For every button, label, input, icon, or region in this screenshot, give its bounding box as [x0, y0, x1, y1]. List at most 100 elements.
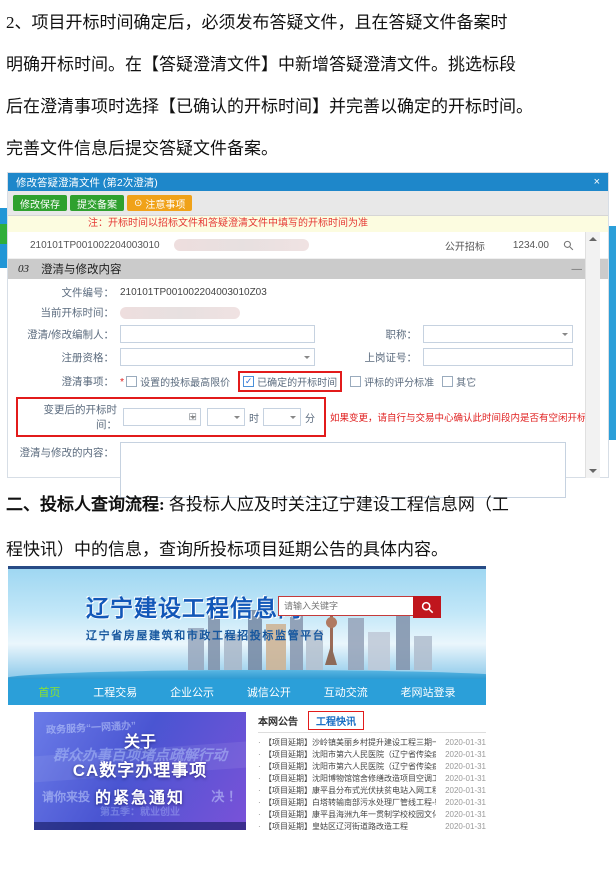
job-title-select[interactable] [423, 325, 573, 343]
nav-item-interaction[interactable]: 互动交流 [324, 684, 368, 700]
document-page: 2、项目开标时间确定后，必须发布答疑文件，且在答疑文件备案时 明确开标时间。在【… [0, 0, 616, 874]
nav-item-credit[interactable]: 诚信公开 [247, 684, 291, 700]
dialog-toolbar: 修改保存 提交备案 ⊙注意事项 [8, 191, 608, 216]
checkbox-checked-icon[interactable]: ✓ [243, 376, 254, 387]
news-date: 2020-01-31 [436, 762, 486, 771]
announcement-panel: 本网公告 工程快讯 · 【项目延期】沙岭镇美丽乡村提升建设工程三期一标段 202… [258, 712, 486, 832]
website-screenshot: 辽宁建设工程信息网 辽宁省房屋建筑和市政工程招投标监管平台 首页 工程交易 企业… [8, 566, 486, 832]
list-item[interactable]: · 【项目延期】沈阳博物馆馆舍修缮改造项目空调工程 2020-01-31 [258, 772, 486, 784]
save-button[interactable]: 修改保存 [13, 195, 67, 211]
checkbox-other[interactable]: 其它 [442, 374, 476, 389]
highlight-box-change-time: 变更后的开标时间： ⊞ 时 分 [16, 397, 326, 437]
collapse-icon[interactable]: — [572, 263, 583, 275]
site-search [278, 596, 441, 618]
section-number: 03 [18, 263, 29, 275]
project-row[interactable]: 210101TP001002204003010 公开招标 1234.00 [8, 232, 608, 259]
para1-line: 2、项目开标时间确定后，必须发布答疑文件，且在答疑文件备案时 [6, 2, 610, 44]
checkbox-icon[interactable] [442, 376, 453, 387]
list-item[interactable]: · 【项目延期】康平县海洲九年一贯制学校校园文化建... 2020-01-31 [258, 808, 486, 820]
editor-label: 澄清/修改编制人： [16, 327, 114, 342]
reg-qual-label: 注册资格： [16, 350, 114, 365]
cert-no-input[interactable] [423, 348, 573, 366]
list-item[interactable]: · 【项目延期】沈阳市第六人民医院（辽宁省传染病医... 2020-01-31 [258, 760, 486, 772]
tab-site-announcements[interactable]: 本网公告 [258, 713, 298, 728]
tender-amount: 1234.00 [513, 240, 549, 251]
checkbox-confirmed-open-time[interactable]: ✓ 已确定的开标时间 [243, 374, 337, 389]
clarification-form: 文件编号： 210101TP001002204003010Z03 当前开标时间：… [8, 279, 608, 498]
city-building [368, 632, 390, 670]
nav-item-old-site-login[interactable]: 老网站登录 [401, 684, 456, 700]
file-no-label: 文件编号： [16, 285, 114, 300]
list-item[interactable]: · 【项目延期】沙岭镇美丽乡村提升建设工程三期一标段 2020-01-31 [258, 736, 486, 748]
search-button[interactable] [413, 596, 441, 618]
nav-item-trading[interactable]: 工程交易 [93, 684, 137, 700]
site-header-banner: 辽宁建设工程信息网 辽宁省房屋建筑和市政工程招投标监管平台 [8, 566, 486, 679]
scroll-down-icon[interactable] [589, 469, 597, 473]
city-building [348, 618, 364, 670]
matters-label: 澄清事项： [16, 374, 114, 389]
redacted-current-time [120, 307, 240, 319]
current-open-time-label: 当前开标时间： [16, 305, 114, 320]
editor-input[interactable] [120, 325, 315, 343]
news-title[interactable]: 【项目延期】沈阳市第六人民医院（辽宁省传染病医... [264, 749, 436, 760]
background-scrollbar-strip [609, 226, 616, 440]
list-item[interactable]: · 【项目延期】白塔转输南部污水处理厂管线工程-输... 2020-01-31 [258, 796, 486, 808]
list-item[interactable]: · 【项目延期】康平县分布式光伏扶贫电站入网工程 2020-01-31 [258, 784, 486, 796]
news-date: 2020-01-31 [436, 750, 486, 759]
news-title[interactable]: 【项目延期】白塔转输南部污水处理厂管线工程-输... [264, 797, 436, 808]
checkbox-label: 评标的评分标准 [364, 374, 434, 389]
search-input[interactable] [278, 596, 414, 616]
news-title[interactable]: 【项目延期】沈阳博物馆馆舍修缮改造项目空调工程 [264, 773, 436, 784]
list-item[interactable]: · 【项目延期】沈阳市第六人民医院（辽宁省传染病医... 2020-01-31 [258, 748, 486, 760]
redacted-project-name [174, 239, 309, 251]
scroll-up-icon[interactable] [589, 237, 597, 241]
cert-no-label: 上岗证号： [345, 350, 417, 365]
city-building [396, 612, 410, 670]
para2-line1-rest: 各投标人应及时关注辽宁建设工程信息网（工 [165, 495, 509, 514]
magnifier-icon[interactable] [563, 240, 574, 251]
news-date: 2020-01-31 [436, 738, 486, 747]
minute-select[interactable] [263, 408, 301, 426]
news-title[interactable]: 【项目延期】康平县海洲九年一贯制学校校园文化建... [264, 809, 436, 820]
nav-item-home[interactable]: 首页 [38, 684, 60, 700]
news-title[interactable]: 【项目延期】沙岭镇美丽乡村提升建设工程三期一标段 [264, 737, 436, 748]
reg-qual-select[interactable] [120, 348, 315, 366]
calendar-icon: ⊞ [188, 411, 197, 423]
date-picker-input[interactable]: ⊞ [123, 408, 201, 426]
news-title[interactable]: 【项目延期】康平县分布式光伏扶贫电站入网工程 [264, 785, 436, 796]
background-strip-blue [0, 208, 7, 224]
highlight-box-confirmed-time: ✓ 已确定的开标时间 [238, 371, 342, 392]
nav-item-company-publicity[interactable]: 企业公示 [170, 684, 214, 700]
news-title[interactable]: 【项目延期】皇姑区辽河街道路改造工程 [264, 821, 436, 832]
dialog-title: 修改答疑澄清文件 (第2次澄清) [16, 175, 158, 190]
checkbox-scoring-standard[interactable]: 评标的评分标准 [350, 374, 434, 389]
dialog-scrollbar[interactable] [585, 232, 600, 478]
news-date: 2020-01-31 [436, 810, 486, 819]
notice-button-label: 注意事项 [145, 196, 185, 211]
dialog-body: 210101TP001002204003010 公开招标 1234.00 03 … [8, 232, 608, 478]
section-header[interactable]: 03 澄清与修改内容 — [8, 259, 608, 279]
clarification-dialog: 修改答疑澄清文件 (第2次澄清) × 修改保存 提交备案 ⊙注意事项 注：开标时… [8, 173, 608, 477]
paragraph-instructions-1: 2、项目开标时间确定后，必须发布答疑文件，且在答疑文件备案时 明确开标时间。在【… [6, 2, 610, 170]
promo-title-line2: CA数字办理事项 [34, 756, 246, 781]
news-title[interactable]: 【项目延期】沈阳市第六人民医院（辽宁省传染病医... [264, 761, 436, 772]
tab-project-news[interactable]: 工程快讯 [308, 711, 364, 730]
news-date: 2020-01-31 [436, 822, 486, 831]
submit-record-button[interactable]: 提交备案 [70, 195, 124, 211]
background-strip-green [0, 224, 7, 244]
section-title: 澄清与修改内容 [41, 261, 122, 277]
close-icon[interactable]: × [594, 177, 600, 188]
notice-button[interactable]: ⊙注意事项 [127, 195, 192, 211]
checkbox-icon[interactable] [126, 376, 137, 387]
checkbox-label: 设置的投标最高限价 [140, 374, 230, 389]
list-item[interactable]: · 【项目延期】皇姑区辽河街道路改造工程 2020-01-31 [258, 820, 486, 832]
promo-title-line3: 的紧急通知 [34, 784, 246, 808]
job-title-label: 职称： [345, 327, 417, 342]
promo-banner[interactable]: 政务服务“一网通办” 群众办事百项堵点疏解行动 请你来投 决 ！ 第五季：就业创… [34, 712, 246, 830]
site-logo-subtitle: 辽宁省房屋建筑和市政工程招投标监管平台 [86, 627, 325, 643]
background-strip-blue [0, 244, 7, 268]
hour-select[interactable] [207, 408, 245, 426]
checkbox-max-price[interactable]: 设置的投标最高限价 [126, 374, 230, 389]
file-no-value: 210101TP001002204003010Z03 [120, 287, 267, 298]
checkbox-icon[interactable] [350, 376, 361, 387]
